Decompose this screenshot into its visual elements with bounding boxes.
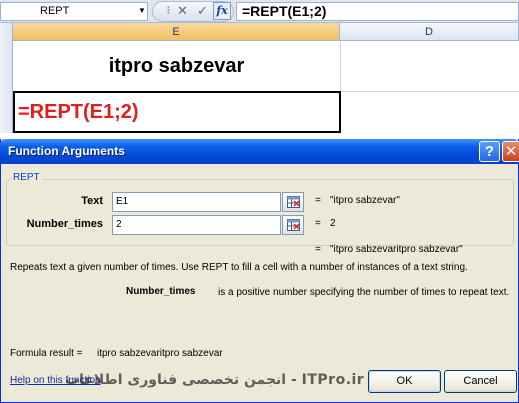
- formula-input[interactable]: =REPT(E1;2): [236, 2, 519, 21]
- cell-e1[interactable]: itpro sabzevar: [13, 41, 340, 91]
- cancel-formula-button[interactable]: ✕: [174, 3, 191, 20]
- dialog-title: Function Arguments: [8, 144, 125, 158]
- text-arg-label: Text: [81, 195, 103, 207]
- collapse-dialog-button[interactable]: [282, 192, 304, 212]
- text-arg-result: "itpro sabzevar": [330, 195, 400, 206]
- formula-result-value: itpro sabzevaritpro sabzevar: [97, 348, 223, 359]
- parameter-description: is a positive number specifying the numb…: [218, 287, 510, 298]
- help-button[interactable]: ?: [479, 141, 500, 162]
- number-times-arg-result: 2: [330, 218, 336, 229]
- range-selector-icon: [287, 196, 300, 208]
- ok-button[interactable]: OK: [368, 370, 441, 393]
- column-header-e[interactable]: E: [13, 23, 340, 41]
- column-header-d[interactable]: D: [340, 23, 519, 41]
- enter-formula-button[interactable]: ✓: [194, 3, 211, 20]
- equals-sign: =: [315, 195, 321, 206]
- collapse-dialog-button[interactable]: [282, 215, 304, 235]
- cancel-button[interactable]: Cancel: [444, 370, 517, 393]
- equals-sign: =: [315, 244, 321, 255]
- text-arg-input[interactable]: E1: [112, 192, 281, 212]
- number-times-arg-label: Number_times: [26, 218, 103, 230]
- close-button[interactable]: ✕: [502, 141, 519, 162]
- cell-e2-active[interactable]: =REPT(E1;2): [13, 91, 341, 133]
- function-description: Repeats text a given number of times. Us…: [10, 262, 468, 273]
- watermark: انجمن تخصصی فناوری اطلاعات - ITPro.ir: [65, 372, 365, 388]
- row-headers[interactable]: [0, 23, 13, 133]
- range-selector-icon: [287, 219, 300, 231]
- insert-function-button[interactable]: fx: [213, 2, 231, 20]
- function-name-legend: REPT: [11, 172, 42, 183]
- function-result-preview: "itpro sabzevaritpro sabzevar": [330, 244, 463, 255]
- equals-sign: =: [315, 218, 321, 229]
- dropdown-arrow-icon[interactable]: ▼: [136, 4, 148, 18]
- name-box[interactable]: REPT: [0, 2, 148, 21]
- number-times-arg-input[interactable]: 2: [112, 215, 281, 235]
- parameter-name: Number_times: [126, 286, 196, 297]
- arguments-groupbox: [6, 179, 514, 246]
- formula-result-label: Formula result =: [10, 348, 83, 359]
